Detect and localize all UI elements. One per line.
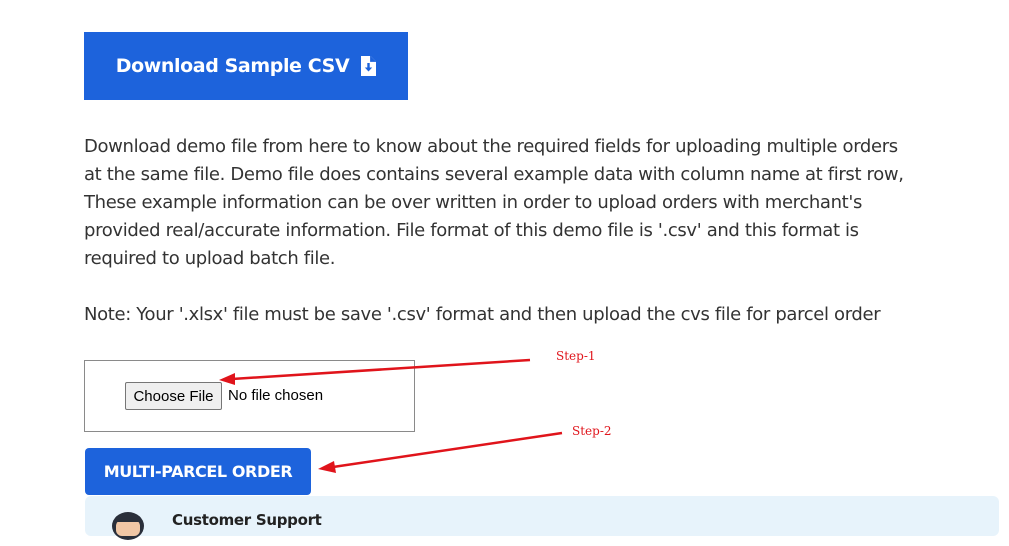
download-sample-csv-button[interactable]: Download Sample CSV <box>84 32 408 100</box>
support-title: Customer Support <box>172 511 322 529</box>
choose-file-button[interactable]: Choose File <box>125 382 222 410</box>
support-agent-avatar <box>111 512 145 546</box>
description-text: Download demo file from here to know abo… <box>84 136 904 269</box>
download-sample-csv-label: Download Sample CSV <box>115 55 350 77</box>
step-1-annotation: Step-1 <box>556 349 596 363</box>
file-download-icon <box>361 56 377 76</box>
note-text: Note: Your '.xlsx' file must be save '.c… <box>84 304 881 325</box>
step-2-annotation: Step-2 <box>572 424 612 438</box>
customer-support-panel: Customer Support <box>85 496 999 540</box>
multi-parcel-order-button[interactable]: MULTI-PARCEL ORDER <box>85 448 311 495</box>
step-2-arrow-icon <box>318 431 563 473</box>
file-status-text: No file chosen <box>228 387 324 404</box>
file-upload-box: Choose File No file chosen <box>84 360 415 432</box>
